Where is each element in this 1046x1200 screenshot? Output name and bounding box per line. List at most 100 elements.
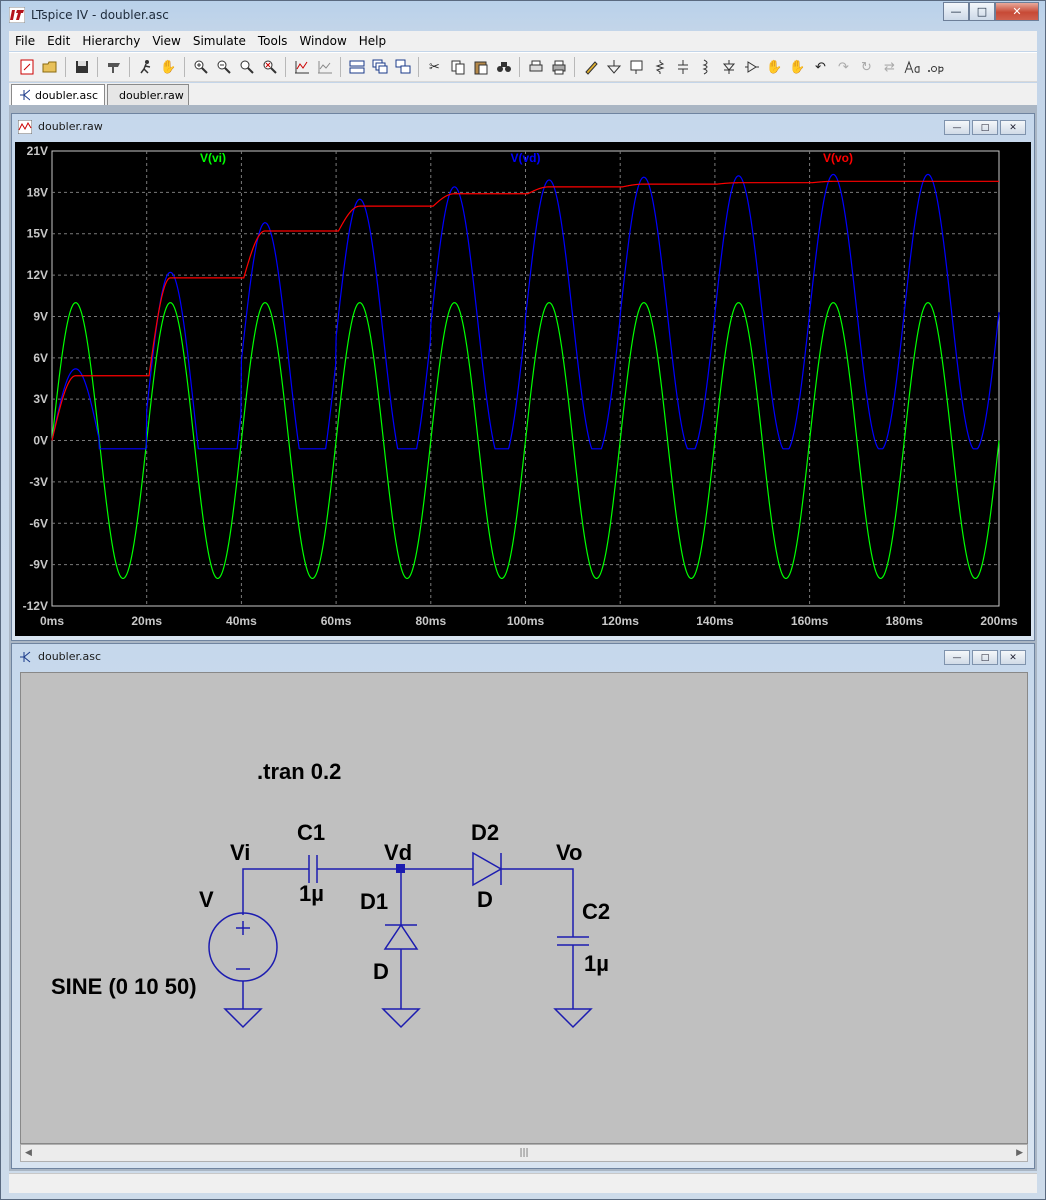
tran-directive[interactable]: .tran 0.2 <box>257 759 341 784</box>
legend-vvi: V(vi) <box>200 151 226 165</box>
pan-hand-icon[interactable]: ✋ <box>157 56 180 78</box>
zoom-fit-icon[interactable] <box>235 56 258 78</box>
y-tick-label: -6V <box>29 516 48 530</box>
run-icon[interactable] <box>134 56 157 78</box>
schematic-drawing[interactable]: .tran 0.2 Vi C1 1µ Vd D2 D Vo V D1 D C2 … <box>21 673 1027 1143</box>
ground-symbol[interactable] <box>381 1008 421 1029</box>
undo-icon[interactable]: ↶ <box>809 56 832 78</box>
c1-value[interactable]: 1µ <box>299 881 324 906</box>
x-tick-label: 0ms <box>40 614 64 628</box>
menu-hierarchy[interactable]: Hierarchy <box>76 34 146 48</box>
diode-d1-symbol[interactable] <box>383 923 419 950</box>
c2-value[interactable]: 1µ <box>584 951 609 976</box>
autorange-icon[interactable] <box>290 56 313 78</box>
spice-directive-icon[interactable] <box>924 56 947 78</box>
component-icon[interactable] <box>740 56 763 78</box>
net-label-vo[interactable]: Vo <box>556 840 582 865</box>
move-hand-icon[interactable]: ✋ <box>763 56 786 78</box>
toolbar-separator <box>340 57 341 77</box>
redo-icon[interactable]: ↷ <box>832 56 855 78</box>
ground-symbol[interactable] <box>553 1008 593 1029</box>
minimize-button[interactable]: — <box>944 120 970 135</box>
diode-icon[interactable] <box>717 56 740 78</box>
menu-simulate[interactable]: Simulate <box>187 34 252 48</box>
wire-vo[interactable] <box>501 868 574 937</box>
capacitor-c1-symbol[interactable] <box>308 855 318 883</box>
schematic-window-title: doubler.asc <box>38 650 102 663</box>
menu-edit[interactable]: Edit <box>41 34 76 48</box>
new-schematic-icon[interactable] <box>15 56 38 78</box>
open-icon[interactable] <box>38 56 61 78</box>
save-icon[interactable] <box>70 56 93 78</box>
source-name[interactable]: V <box>199 887 214 912</box>
menu-file[interactable]: File <box>9 34 41 48</box>
ground-symbol[interactable] <box>223 1008 263 1029</box>
rotate-icon[interactable]: ↻ <box>855 56 878 78</box>
cut-icon[interactable]: ✂ <box>423 56 446 78</box>
paste-icon[interactable] <box>469 56 492 78</box>
schematic-window-controls: — □ ✕ <box>944 650 1026 665</box>
scroll-left-icon[interactable]: ◀ <box>25 1148 32 1158</box>
net-label-vd[interactable]: Vd <box>384 840 412 865</box>
drag-hand-icon[interactable]: ✋ <box>786 56 809 78</box>
menu-view[interactable]: View <box>146 34 186 48</box>
close-button[interactable]: ✕ <box>995 2 1039 21</box>
zoom-cancel-icon[interactable] <box>258 56 281 78</box>
status-bar <box>9 1173 1037 1193</box>
tile-vertical-icon[interactable] <box>391 56 414 78</box>
print-icon[interactable] <box>547 56 570 78</box>
capacitor-c2-symbol[interactable] <box>557 936 589 946</box>
ground-icon[interactable] <box>602 56 625 78</box>
resistor-icon[interactable] <box>648 56 671 78</box>
c1-name[interactable]: C1 <box>297 820 325 845</box>
restore-button[interactable]: □ <box>972 120 998 135</box>
print-setup-icon[interactable] <box>524 56 547 78</box>
waveform-chart[interactable]: 0ms 20ms 40ms 60ms 80ms 100ms 120ms 140ms 160ms 1… <box>15 142 1031 636</box>
scroll-right-icon[interactable]: ▶ <box>1016 1148 1023 1158</box>
tab-doubler-raw[interactable]: doubler.raw <box>107 84 189 105</box>
tile-horizontal-icon[interactable] <box>345 56 368 78</box>
waveform-plot-pane[interactable]: 0ms 20ms 40ms 60ms 80ms 100ms 120ms 140ms 160ms 1… <box>15 142 1031 636</box>
capacitor-icon[interactable] <box>671 56 694 78</box>
x-tick-label: 40ms <box>226 614 257 628</box>
d1-name[interactable]: D1 <box>360 889 388 914</box>
series-vvd-line <box>51 173 1000 450</box>
menu-tools[interactable]: Tools <box>252 34 294 48</box>
control-panel-icon[interactable] <box>102 56 125 78</box>
close-button[interactable]: ✕ <box>1000 120 1026 135</box>
source-value[interactable]: SINE (0 10 50) <box>51 974 197 999</box>
zoom-out-icon[interactable] <box>212 56 235 78</box>
menu-help[interactable]: Help <box>353 34 392 48</box>
label-net-icon[interactable] <box>625 56 648 78</box>
find-icon[interactable] <box>492 56 515 78</box>
copy-icon[interactable] <box>446 56 469 78</box>
schematic-window-titlebar: doubler.asc — □ ✕ <box>12 644 1034 670</box>
y-tick-label: 9V <box>33 309 48 323</box>
diode-d2-symbol[interactable] <box>472 851 503 887</box>
close-button[interactable]: ✕ <box>1000 650 1026 665</box>
inductor-icon[interactable] <box>694 56 717 78</box>
minimize-button[interactable]: — <box>943 2 969 21</box>
net-label-vi[interactable]: Vi <box>230 840 250 865</box>
d2-model[interactable]: D <box>477 887 493 912</box>
menu-window[interactable]: Window <box>293 34 352 48</box>
d2-name[interactable]: D2 <box>471 820 499 845</box>
maximize-button[interactable]: □ <box>969 2 995 21</box>
legend-vvd: V(vd) <box>511 151 541 165</box>
cascade-icon[interactable] <box>368 56 391 78</box>
d1-model[interactable]: D <box>373 959 389 984</box>
text-icon[interactable] <box>901 56 924 78</box>
minimize-button[interactable]: — <box>944 650 970 665</box>
restore-button[interactable]: □ <box>972 650 998 665</box>
tab-doubler-asc[interactable]: doubler.asc <box>11 84 105 105</box>
horizontal-scrollbar[interactable]: ◀ ||| ▶ <box>20 1144 1028 1162</box>
schematic-canvas[interactable]: .tran 0.2 Vi C1 1µ Vd D2 D Vo V D1 D C2 … <box>20 672 1028 1144</box>
wire-pencil-icon[interactable] <box>579 56 602 78</box>
mirror-icon[interactable]: ⇄ <box>878 56 901 78</box>
scroll-thumb-grip-icon[interactable]: ||| <box>519 1148 528 1158</box>
x-tick-label: 60ms <box>321 614 352 628</box>
zoom-in-icon[interactable] <box>189 56 212 78</box>
plot-settings-icon[interactable] <box>313 56 336 78</box>
c2-name[interactable]: C2 <box>582 899 610 924</box>
voltage-source-symbol[interactable] <box>208 912 278 982</box>
